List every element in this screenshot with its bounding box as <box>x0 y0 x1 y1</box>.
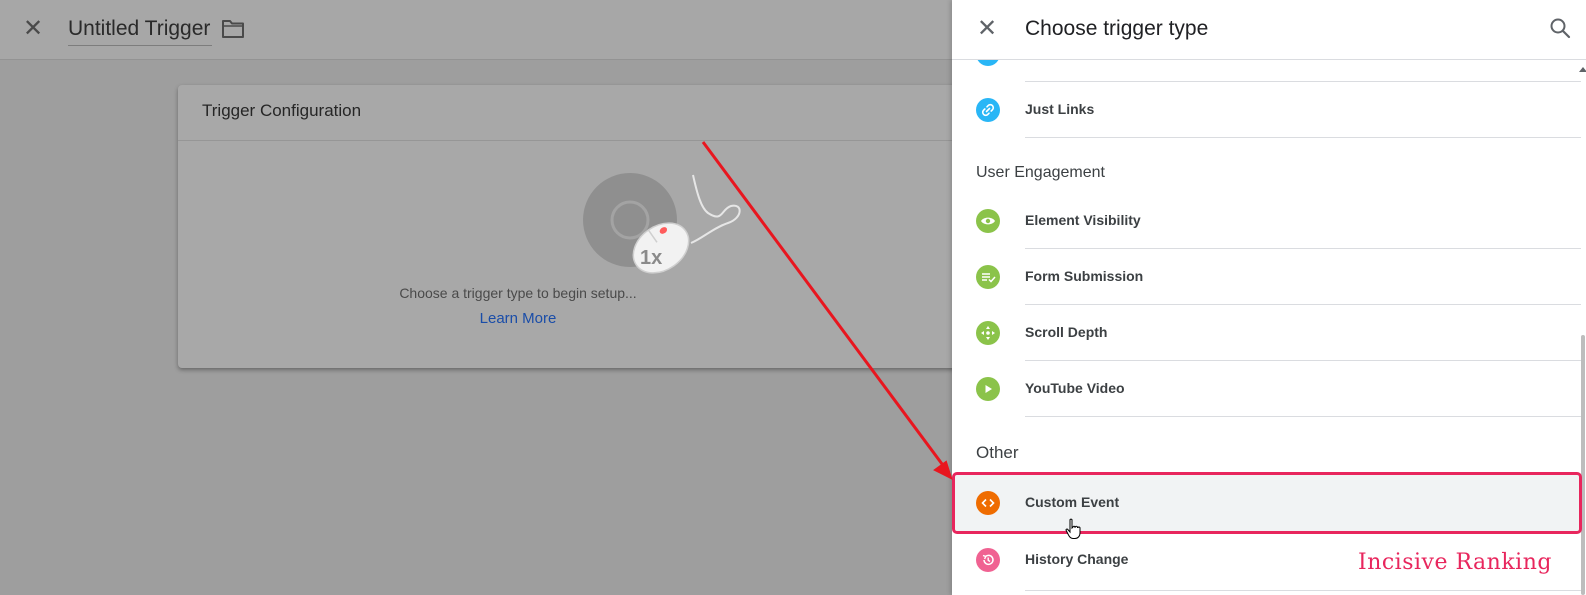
trigger-editor-backdrop: ✕ Untitled Trigger Trigger Configuration… <box>0 0 978 595</box>
trigger-name-field[interactable]: Untitled Trigger <box>68 14 213 46</box>
play-icon <box>976 377 1000 401</box>
search-icon[interactable] <box>1548 16 1572 40</box>
trigger-type-just-links[interactable]: Just Links <box>952 82 1581 138</box>
eye-icon <box>976 209 1000 233</box>
item-label: Scroll Depth <box>1025 324 1108 340</box>
item-label: Form Submission <box>1025 268 1144 284</box>
choose-trigger-type-panel: ✕ Choose trigger type Just Links User En… <box>952 0 1586 595</box>
setup-prompt: Choose a trigger type to begin setup... <box>399 285 637 301</box>
history-icon <box>976 548 1000 572</box>
scroll-up-arrow-icon[interactable] <box>1579 67 1586 72</box>
folder-icon[interactable] <box>221 18 245 40</box>
item-label: YouTube Video <box>1025 380 1125 396</box>
trigger-type-custom-event[interactable]: Custom Event <box>952 475 1581 531</box>
trigger-type-element-visibility[interactable]: Element Visibility <box>952 193 1581 249</box>
editor-header: ✕ Untitled Trigger <box>0 0 952 60</box>
panel-scrollbar[interactable] <box>1579 60 1586 595</box>
scroll-arrows-icon <box>976 321 1000 345</box>
item-label: History Change <box>1025 551 1129 567</box>
form-check-icon <box>976 265 1000 289</box>
click-count-label: 1x <box>640 247 662 269</box>
panel-header: ✕ Choose trigger type <box>952 0 1586 60</box>
section-heading-other: Other <box>976 443 1019 462</box>
link-icon <box>976 98 1000 122</box>
close-icon[interactable]: ✕ <box>20 16 46 42</box>
close-icon[interactable]: ✕ <box>974 16 1000 42</box>
item-label: Custom Event <box>1025 494 1120 510</box>
card-title: Trigger Configuration <box>178 85 978 141</box>
hand-pointer-cursor-icon <box>1065 518 1081 539</box>
learn-more-link[interactable]: Learn More <box>178 310 738 327</box>
trigger-type-form-submission[interactable]: Form Submission <box>952 249 1581 305</box>
watermark-text: Incisive Ranking <box>1358 550 1552 575</box>
item-label: Just Links <box>1025 101 1095 117</box>
illustration-badge: 1x <box>640 247 662 269</box>
panel-title: Choose trigger type <box>1025 17 1209 40</box>
scroll-thumb[interactable] <box>1581 335 1585 595</box>
section-heading-user-engagement: User Engagement <box>976 164 1105 181</box>
code-brackets-icon <box>976 491 1000 515</box>
item-label: Element Visibility <box>1025 212 1141 228</box>
trigger-configuration-card[interactable]: Trigger Configuration 1x Choose a trigge… <box>178 85 978 368</box>
trigger-type-scroll-depth[interactable]: Scroll Depth <box>952 305 1581 361</box>
trigger-type-youtube-video[interactable]: YouTube Video <box>952 361 1581 417</box>
